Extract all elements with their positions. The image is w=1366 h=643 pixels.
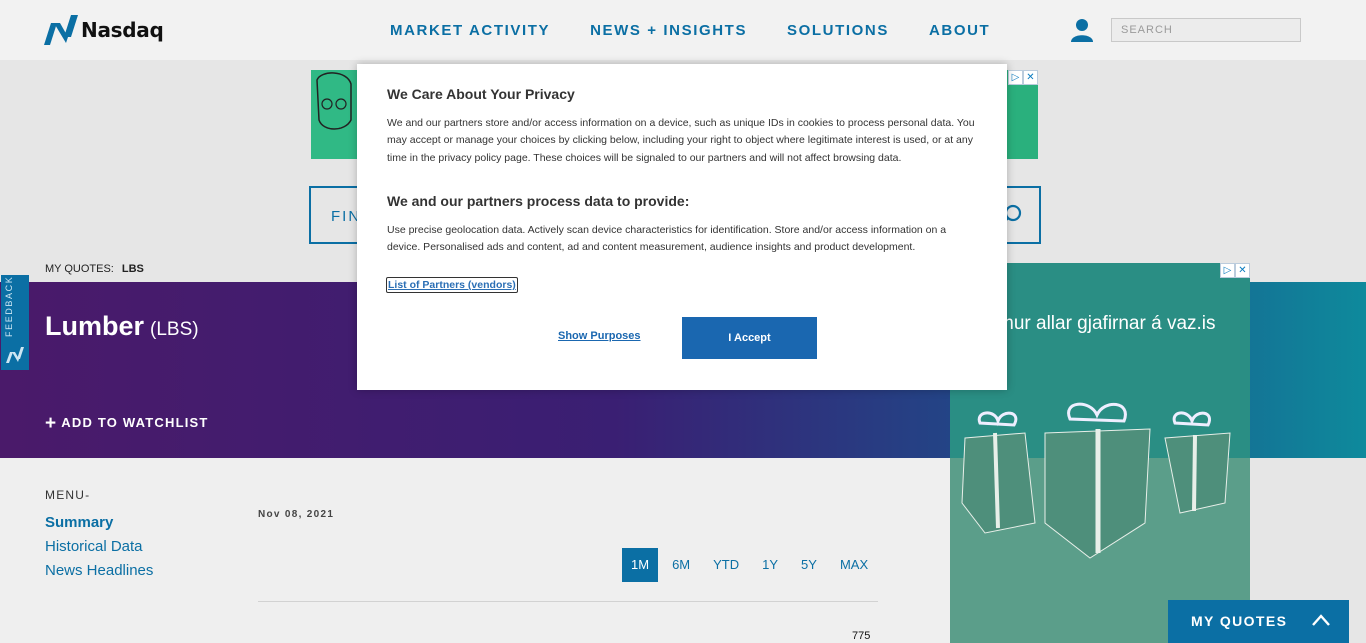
watchlist-label: ADD TO WATCHLIST [61,415,209,430]
privacy-consent-dialog: We Care About Your Privacy We and our pa… [357,64,1007,390]
my-quotes-drawer-label: MY QUOTES [1191,613,1288,629]
range-max[interactable]: MAX [831,548,877,582]
user-icon[interactable] [1070,18,1094,42]
menu-item-historical-data[interactable]: Historical Data [45,538,143,555]
ad-text: mur allar gjafirnar á vaz.is [998,313,1216,334]
chart-y-tick: 775 [852,630,871,642]
my-quotes-label: MY QUOTES: [45,263,114,275]
chart-range-selector: 1M 6M YTD 1Y 5Y MAX [622,548,882,582]
feedback-label: FEEDBACK [4,275,14,337]
ad-illustration [311,70,361,159]
privacy-description: We and our partners store and/or access … [387,117,975,164]
feedback-tab[interactable]: FEEDBACK [1,275,29,370]
privacy-purposes-text: Use precise geolocation data. Actively s… [387,224,947,254]
chart-divider [258,601,878,602]
nasdaq-logo-icon [44,15,78,45]
my-quotes-symbol[interactable]: LBS [122,263,144,275]
menu-item-news-headlines[interactable]: News Headlines [45,562,153,579]
add-to-watchlist-button[interactable]: + ADD TO WATCHLIST [45,413,209,435]
my-quotes-drawer[interactable]: MY QUOTES [1168,600,1349,643]
privacy-subtitle: We and our partners process data to prov… [387,193,690,209]
nasdaq-mark-icon [6,347,24,363]
range-ytd[interactable]: YTD [704,548,748,582]
show-purposes-button[interactable]: Show Purposes [558,330,641,342]
nav-news-insights[interactable]: NEWS + INSIGHTS [590,22,747,39]
plus-icon: + [45,413,58,434]
range-5y[interactable]: 5Y [792,548,826,582]
range-1y[interactable]: 1Y [753,548,787,582]
accept-button[interactable]: I Accept [682,317,817,359]
nav-about[interactable]: ABOUT [929,22,990,39]
privacy-title: We Care About Your Privacy [387,86,575,102]
nasdaq-logo[interactable]: Nasdaq [44,15,164,45]
chevron-up-icon[interactable] [1311,612,1331,628]
adchoices-icon[interactable]: ▷ ✕ [1220,263,1250,278]
menu-label: MENU- [45,488,91,502]
chart-date: Nov 08, 2021 [258,509,335,520]
adchoices-icon[interactable]: ▷ ✕ [1008,70,1038,85]
main-content: MENU- Summary Historical Data News Headl… [0,458,950,643]
my-quotes-row: MY QUOTES: LBS [45,263,144,275]
nav-solutions[interactable]: SOLUTIONS [787,22,889,39]
instrument-name: Lumber [45,311,145,341]
main-nav: MARKET ACTIVITY NEWS + INSIGHTS SOLUTION… [390,22,1030,39]
nav-market-activity[interactable]: MARKET ACTIVITY [390,22,550,39]
partners-list-link[interactable]: List of Partners (vendors) [386,277,518,293]
range-6m[interactable]: 6M [663,548,699,582]
site-header: Nasdaq MARKET ACTIVITY NEWS + INSIGHTS S… [0,0,1366,60]
search-input[interactable]: SEARCH [1111,18,1301,42]
page-title: Lumber (LBS) [45,311,199,342]
menu-item-summary[interactable]: Summary [45,514,113,531]
brand-name: Nasdaq [81,18,164,42]
range-1m[interactable]: 1M [622,548,659,582]
instrument-symbol: (LBS) [150,319,199,340]
